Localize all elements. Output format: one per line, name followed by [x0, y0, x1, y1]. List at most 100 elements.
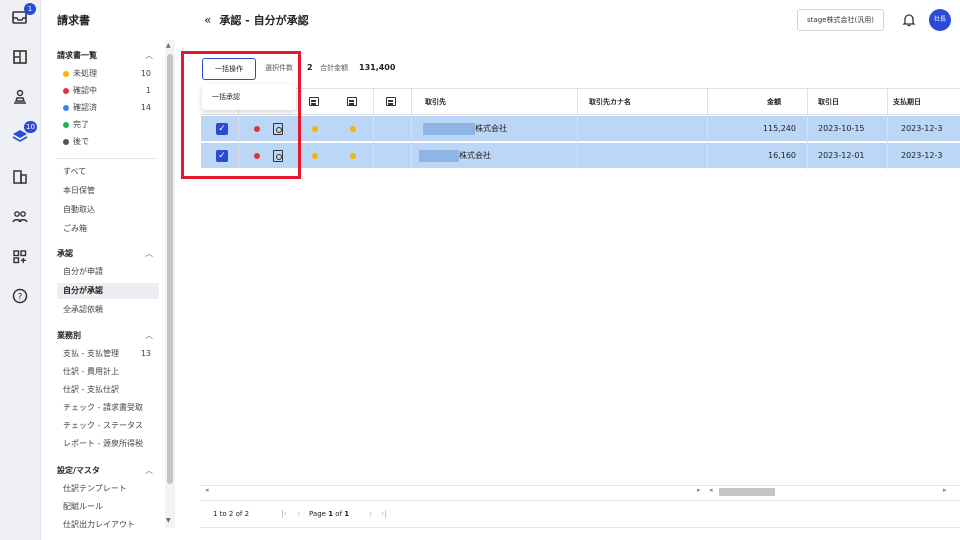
- sidebar-item-my-approval[interactable]: 自分が承認: [57, 283, 159, 299]
- sidebar-item-checking[interactable]: 確認中 1: [57, 83, 159, 99]
- sidebar-item-later[interactable]: 後で: [57, 134, 159, 150]
- company-selector[interactable]: stage株式会社(汎用): [797, 9, 884, 31]
- sidebar-item-withholding[interactable]: レポート - 源泉所得税: [57, 436, 159, 452]
- avatar[interactable]: 社長: [929, 9, 951, 31]
- scroll-down-icon[interactable]: ▼: [166, 517, 171, 524]
- page-title-text: 承認 - 自分が承認: [219, 14, 309, 27]
- sidebar-item-expense[interactable]: 仕訳 - 費用計上: [57, 364, 159, 380]
- sidebar-item-payment[interactable]: 支払 - 支払管理 13: [57, 346, 159, 362]
- table-row[interactable]: ✓ 株式会社 115,240 2023-10-15 2023-12-3: [201, 116, 960, 142]
- sidebar-item-output-layout[interactable]: 仕訳出力レイアウト: [57, 517, 159, 533]
- column-amount[interactable]: 金額: [767, 89, 783, 115]
- chevron-up-icon[interactable]: ︿: [145, 330, 153, 341]
- sidebar-item-auto-import[interactable]: 自動取込: [57, 202, 159, 218]
- partner-name: 株式会社: [475, 124, 507, 133]
- sidebar-item-today[interactable]: 本日保管: [57, 183, 159, 199]
- users-icon[interactable]: [9, 206, 31, 228]
- invoice-table: 取引先 取引先カナ名 金額 取引日 支払期日 ✓ 株式会社 115,240 20…: [201, 88, 960, 528]
- divider: [57, 158, 157, 159]
- page-title: « 承認 - 自分が承認: [204, 12, 309, 28]
- sidebar-item-label: 支払 - 支払管理: [63, 349, 119, 358]
- collapse-icon[interactable]: «: [204, 13, 211, 27]
- help-icon[interactable]: ?: [9, 285, 31, 307]
- stamp-icon[interactable]: [9, 86, 31, 108]
- scroll-right-icon[interactable]: ▸: [697, 486, 701, 494]
- chevron-up-icon[interactable]: ︿: [145, 465, 153, 476]
- page-current: 1: [328, 510, 334, 518]
- app-rail: 1 10 ?: [0, 0, 41, 540]
- table-row[interactable]: ✓ 株式会社 16,160 2023-12-01 2023-12-3: [201, 143, 960, 169]
- apps-add-icon[interactable]: [9, 246, 31, 268]
- status-dot: [312, 153, 318, 159]
- due-date-cell: 2023-12-3: [901, 151, 943, 160]
- status-dot: [63, 87, 69, 94]
- svg-text:?: ?: [18, 293, 23, 303]
- scroll-left-icon[interactable]: ◂: [205, 486, 209, 494]
- column-partner-kana[interactable]: 取引先カナ名: [589, 89, 631, 115]
- sidebar-item-my-request[interactable]: 自分が申請: [57, 264, 159, 280]
- sidebar-item-allocation-rule[interactable]: 配賦ルール: [57, 499, 159, 515]
- sidebar-item-invoice-receipt[interactable]: チェック - 請求書受取: [57, 400, 159, 416]
- sidebar-item-label: 未処理: [73, 69, 97, 78]
- section-approval[interactable]: 承認: [57, 248, 73, 259]
- chevron-up-icon[interactable]: ︿: [145, 248, 153, 259]
- sidebar-item-all-approvals[interactable]: 全承認依頼: [57, 302, 159, 318]
- sidebar: 請求書 請求書一覧 ︿ 未処理 10 確認中 1 確認済 14 完了 後で すべて 本…: [41, 0, 175, 540]
- pagination: 1 to 2 of 2 |‹ ‹ Page 1 of 1 › ›|: [201, 500, 960, 528]
- sidebar-item-done[interactable]: 完了: [57, 117, 159, 133]
- column-divider: [887, 89, 888, 169]
- partner-cell: 株式会社: [419, 143, 491, 169]
- app-title: 請求書: [57, 14, 90, 27]
- grid-icon[interactable]: [9, 46, 31, 68]
- total-amount-value: 131,400: [359, 63, 396, 72]
- horizontal-scrollbar[interactable]: ◂ ▸ ◂ ▸: [201, 485, 960, 497]
- scroll-right-icon[interactable]: ▸: [943, 486, 947, 494]
- trade-date-cell: 2023-12-01: [818, 151, 865, 160]
- sidebar-item-trash[interactable]: ごみ箱: [57, 221, 159, 237]
- partner-cell: 株式会社: [423, 116, 507, 142]
- table-header: 取引先 取引先カナ名 金額 取引日 支払期日: [201, 89, 960, 115]
- column-trade-date[interactable]: 取引日: [818, 89, 839, 115]
- page-label: Page: [309, 510, 326, 518]
- amount-cell: 115,240: [762, 124, 796, 133]
- scroll-left-icon[interactable]: ◂: [709, 486, 713, 494]
- list-icon: [347, 97, 357, 106]
- scrollbar-thumb[interactable]: [167, 54, 173, 484]
- prev-page-icon[interactable]: ‹: [297, 509, 300, 518]
- status-dot: [63, 104, 69, 111]
- scrollbar-thumb[interactable]: [719, 488, 775, 496]
- sidebar-item-checked[interactable]: 確認済 14: [57, 100, 159, 116]
- layers-icon[interactable]: 10: [9, 121, 37, 147]
- sidebar-item-status[interactable]: チェック - ステータス: [57, 418, 159, 434]
- document-icon: [309, 97, 319, 106]
- sidebar-item-journal-template[interactable]: 仕訳テンプレート: [57, 481, 159, 497]
- column-divider: [411, 89, 412, 169]
- inbox-icon[interactable]: 1: [9, 3, 36, 28]
- column-divider: [807, 89, 808, 169]
- sidebar-item-label: 確認済: [73, 103, 97, 112]
- sidebar-item-count: 1: [145, 86, 151, 95]
- section-business[interactable]: 業務別: [57, 330, 81, 341]
- first-page-icon[interactable]: |‹: [281, 509, 287, 518]
- scroll-up-icon[interactable]: ▲: [166, 42, 171, 49]
- building-icon[interactable]: [9, 166, 31, 188]
- sidebar-item-payment-journal[interactable]: 仕訳 - 支払仕訳: [57, 382, 159, 398]
- sidebar-item-all[interactable]: すべて: [57, 164, 159, 180]
- next-page-icon[interactable]: ›: [369, 509, 372, 518]
- column-partner[interactable]: 取引先: [425, 89, 446, 115]
- status-dot: [63, 138, 69, 145]
- redacted-mask: [423, 122, 475, 135]
- page-indicator: Page 1 of 1: [309, 510, 349, 518]
- page-header: « 承認 - 自分が承認 stage株式会社(汎用) 社長: [190, 0, 960, 40]
- chevron-up-icon[interactable]: ︿: [145, 50, 153, 61]
- section-settings[interactable]: 設定/マスタ: [57, 465, 100, 476]
- sidebar-scrollbar[interactable]: ▲ ▼: [165, 40, 175, 528]
- section-invoice-list[interactable]: 請求書一覧: [57, 50, 97, 61]
- last-page-icon[interactable]: ›|: [381, 509, 387, 518]
- column-due-date[interactable]: 支払期日: [893, 89, 921, 115]
- status-dot: [312, 126, 318, 132]
- row-range: 1 to 2 of 2: [213, 510, 250, 518]
- sidebar-item-unprocessed[interactable]: 未処理 10: [57, 66, 159, 82]
- column-divider: [577, 89, 578, 169]
- bell-icon[interactable]: [902, 13, 916, 27]
